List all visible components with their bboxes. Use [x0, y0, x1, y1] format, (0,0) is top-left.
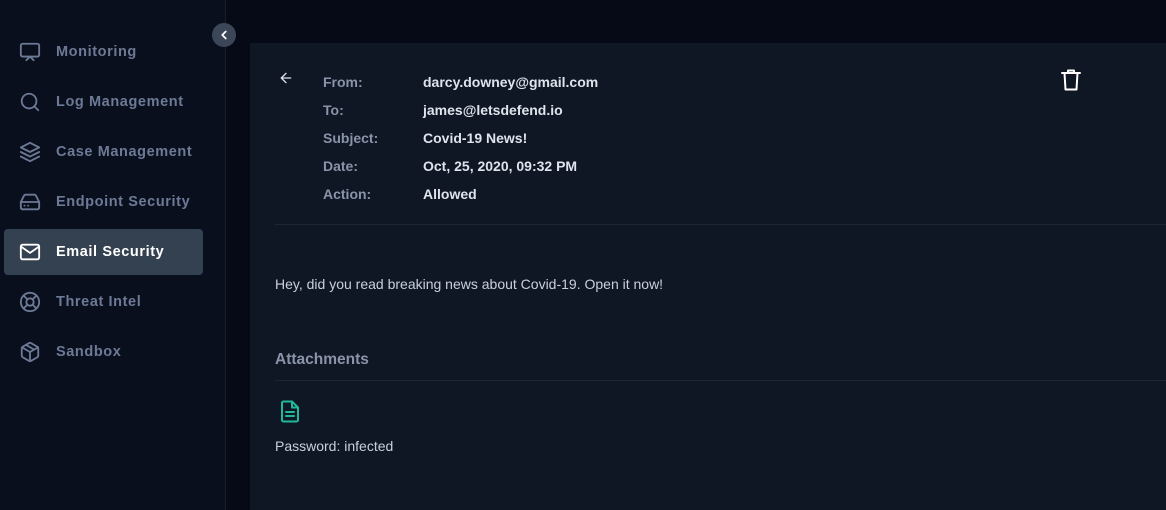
mail-icon — [18, 240, 42, 264]
life-buoy-icon — [18, 290, 42, 314]
sidebar-item-threat-intel[interactable]: Threat Intel — [4, 279, 203, 325]
sidebar: Monitoring Log Management Case Managemen… — [0, 0, 226, 510]
date-row: Date: Oct, 25, 2020, 09:32 PM — [323, 156, 577, 176]
from-row: From: darcy.downey@gmail.com — [323, 72, 598, 92]
date-value: Oct, 25, 2020, 09:32 PM — [423, 158, 578, 174]
sidebar-item-label: Monitoring — [56, 44, 137, 60]
attachments-heading: Attachments — [275, 351, 369, 368]
sidebar-item-email-security[interactable]: Email Security — [4, 229, 203, 275]
to-row: To: james@letsdefend.io — [323, 100, 563, 120]
from-value: darcy.downey@gmail.com — [423, 74, 599, 90]
sidebar-item-sandbox[interactable]: Sandbox — [4, 329, 203, 375]
file-text-icon — [280, 400, 302, 423]
attachment-password-note: Password: infected — [275, 438, 394, 454]
action-value: Allowed — [423, 186, 477, 202]
attachment-file-button[interactable] — [280, 400, 302, 424]
subject-value: Covid-19 News! — [423, 130, 528, 146]
monitor-icon — [18, 40, 42, 64]
sidebar-item-endpoint-security[interactable]: Endpoint Security — [4, 179, 203, 225]
sidebar-item-log-management[interactable]: Log Management — [4, 79, 203, 125]
sidebar-item-case-management[interactable]: Case Management — [4, 129, 203, 175]
sidebar-item-label: Case Management — [56, 144, 193, 160]
action-row: Action: Allowed — [323, 184, 477, 204]
collapse-sidebar-button[interactable] — [212, 23, 236, 47]
trash-icon — [1060, 68, 1084, 92]
subject-row: Subject: Covid-19 News! — [323, 128, 527, 148]
delete-button[interactable] — [1060, 68, 1084, 94]
sidebar-item-monitoring[interactable]: Monitoring — [4, 29, 203, 75]
sidebar-item-label: Threat Intel — [56, 294, 142, 310]
date-label: Date: — [323, 158, 359, 174]
email-detail-panel: From: darcy.downey@gmail.com To: james@l… — [250, 43, 1166, 510]
header-divider — [275, 224, 1166, 225]
sidebar-item-label: Log Management — [56, 94, 184, 110]
action-label: Action: — [323, 186, 372, 202]
email-body: Hey, did you read breaking news about Co… — [275, 276, 664, 292]
package-icon — [18, 340, 42, 364]
subject-label: Subject: — [323, 130, 379, 146]
search-icon — [18, 90, 42, 114]
sidebar-item-label: Endpoint Security — [56, 194, 191, 210]
hard-drive-icon — [18, 190, 42, 214]
sidebar-item-label: Sandbox — [56, 344, 122, 360]
to-value: james@letsdefend.io — [423, 102, 563, 118]
layers-icon — [18, 140, 42, 164]
back-button[interactable] — [278, 70, 296, 88]
chevron-left-icon — [217, 28, 231, 42]
from-label: From: — [323, 74, 363, 90]
to-label: To: — [323, 102, 344, 118]
sidebar-item-label: Email Security — [56, 244, 165, 260]
arrow-left-icon — [278, 70, 296, 86]
attachments-divider — [275, 380, 1166, 381]
